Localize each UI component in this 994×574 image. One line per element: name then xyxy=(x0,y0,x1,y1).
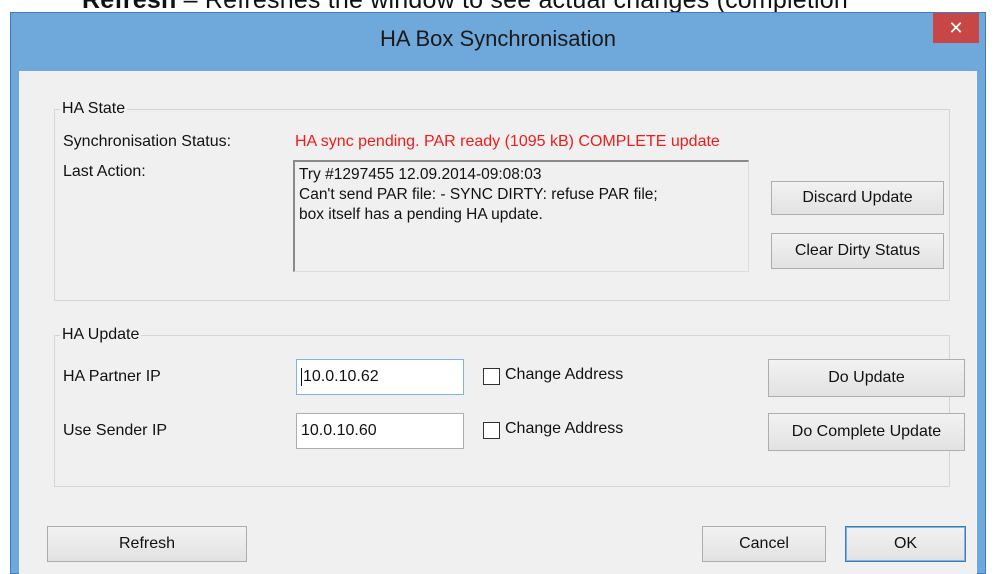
sender-change-address-checkbox[interactable] xyxy=(483,422,500,439)
cancel-button[interactable]: Cancel xyxy=(702,526,826,562)
use-sender-ip-value: 10.0.10.60 xyxy=(301,422,377,439)
sync-status-label: Synchronisation Status: xyxy=(63,133,232,150)
title-bar[interactable]: HA Box Synchronisation ✕ xyxy=(11,13,985,71)
refresh-button[interactable]: Refresh xyxy=(47,526,247,562)
window-title: HA Box Synchronisation xyxy=(379,26,617,51)
close-icon: ✕ xyxy=(948,18,964,38)
dialog-client-area: HA State Synchronisation Status: HA sync… xyxy=(19,71,977,574)
sync-status-value: HA sync pending. PAR ready (1095 kB) COM… xyxy=(295,133,720,150)
ha-partner-ip-value: 10.0.10.62 xyxy=(303,368,379,385)
last-action-line: Can't send PAR file: - SYNC DIRTY: refus… xyxy=(299,186,658,203)
text-caret xyxy=(301,367,302,386)
clear-dirty-status-button[interactable]: Clear Dirty Status xyxy=(771,233,944,269)
dialog-window: HA Box Synchronisation ✕ HA State Synchr… xyxy=(10,12,986,574)
ha-partner-ip-label: HA Partner IP xyxy=(63,368,161,385)
use-sender-ip-input[interactable]: 10.0.10.60 xyxy=(296,413,464,449)
do-update-button[interactable]: Do Update xyxy=(768,359,965,397)
ha-update-group xyxy=(54,335,950,487)
ha-update-group-label: HA Update xyxy=(60,326,142,344)
last-action-label: Last Action: xyxy=(63,163,146,180)
last-action-textarea[interactable]: Try #1297455 12.09.2014-09:08:03 Can't s… xyxy=(293,160,749,272)
discard-update-button[interactable]: Discard Update xyxy=(771,181,944,215)
do-complete-update-button[interactable]: Do Complete Update xyxy=(768,413,965,451)
ha-partner-ip-input[interactable]: 10.0.10.62 xyxy=(296,359,464,395)
partner-change-address-checkbox[interactable] xyxy=(483,368,500,385)
last-action-line: box itself has a pending HA update. xyxy=(299,206,543,223)
use-sender-ip-label: Use Sender IP xyxy=(63,422,168,439)
last-action-line: Try #1297455 12.09.2014-09:08:03 xyxy=(299,166,542,183)
close-button[interactable]: ✕ xyxy=(933,13,979,43)
ha-state-group-label: HA State xyxy=(60,100,128,118)
partner-change-address-label[interactable]: Change Address xyxy=(505,366,623,384)
sender-change-address-label[interactable]: Change Address xyxy=(505,420,623,438)
ok-button[interactable]: OK xyxy=(845,526,966,562)
